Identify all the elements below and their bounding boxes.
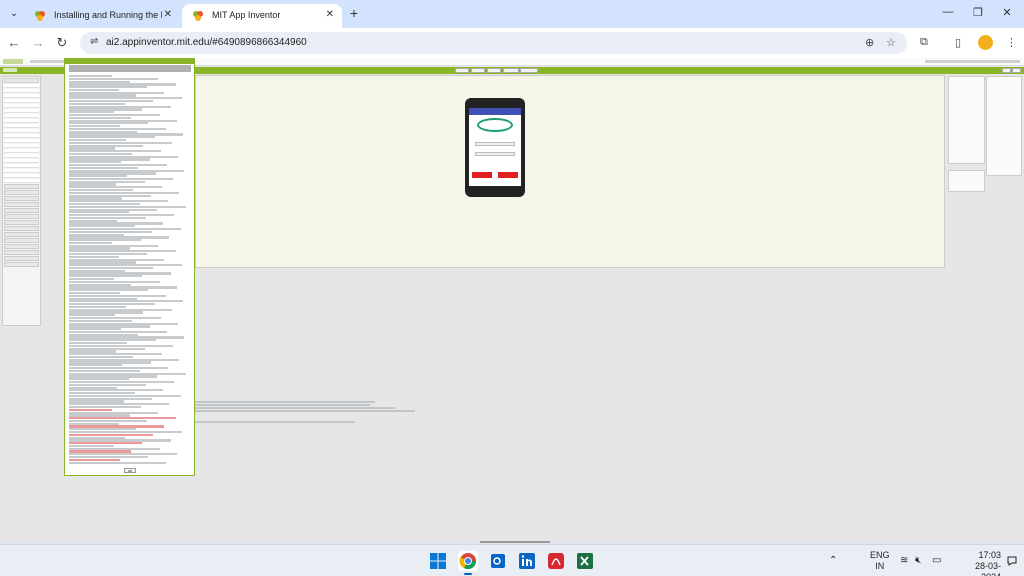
reload-icon[interactable]: ↻ bbox=[54, 35, 70, 51]
sidepanel-icon[interactable]: ▯ bbox=[955, 36, 961, 49]
back-arrow-icon[interactable]: ← bbox=[6, 35, 22, 50]
tab-title: MIT App Inventor bbox=[212, 10, 281, 20]
region-code: IN bbox=[875, 561, 885, 571]
chrome-icon[interactable] bbox=[458, 551, 478, 571]
log-text-area[interactable] bbox=[69, 75, 193, 470]
log-overflow-line bbox=[195, 410, 415, 412]
linkedin-icon[interactable] bbox=[517, 551, 537, 571]
browser-toolbar: ← → ↻ ⇌ ai2.appinventor.mit.edu/#6490896… bbox=[0, 28, 1024, 58]
designer-button[interactable] bbox=[1002, 68, 1011, 73]
battery-icon[interactable]: ▭ bbox=[932, 555, 941, 566]
red-button[interactable] bbox=[498, 172, 518, 178]
palette-panel bbox=[2, 76, 41, 326]
tab-mit-app-inventor[interactable]: MIT App Inventor ✕ bbox=[182, 4, 342, 28]
ai-account-menu[interactable] bbox=[925, 60, 1020, 63]
dialog-title-bar bbox=[65, 59, 194, 64]
show-hidden-icons-icon[interactable]: ⌃ bbox=[829, 555, 837, 566]
textbox-component[interactable] bbox=[475, 142, 515, 146]
phone-preview bbox=[465, 98, 525, 197]
windows-taskbar: ⌃ ENG IN ≋ 🔇︎ ▭ 17:03 28-03-2024 bbox=[0, 544, 1024, 576]
log-overflow-line bbox=[195, 404, 370, 406]
tab-title: Installing and Running the Emu bbox=[54, 10, 162, 20]
viewer-panel bbox=[195, 75, 945, 268]
log-header bbox=[69, 65, 191, 72]
blocks-button[interactable] bbox=[1012, 68, 1021, 73]
excel-icon[interactable] bbox=[575, 551, 595, 571]
profile-avatar[interactable] bbox=[978, 35, 993, 50]
close-icon[interactable]: ✕ bbox=[326, 9, 334, 20]
screen-selector[interactable] bbox=[455, 68, 469, 73]
appinventor-favicon-icon bbox=[193, 11, 203, 21]
log-overflow-line bbox=[195, 401, 375, 403]
app-logo-image bbox=[477, 118, 513, 132]
components-tree-panel bbox=[948, 76, 985, 164]
phone-screen bbox=[469, 108, 521, 186]
close-window-icon[interactable]: ✕ bbox=[999, 6, 1015, 19]
notification-icon[interactable] bbox=[1006, 555, 1018, 567]
clock-time: 17:03 bbox=[978, 550, 1001, 560]
app-title-bar bbox=[469, 108, 521, 115]
kebab-menu-icon[interactable]: ⋮ bbox=[1006, 36, 1017, 49]
log-overflow-line bbox=[195, 421, 355, 423]
horizontal-scrollbar[interactable] bbox=[480, 541, 550, 543]
wifi-icon[interactable]: ≋ bbox=[900, 555, 908, 566]
browser-tab-strip: ⌄ Installing and Running the Emu ✕ MIT A… bbox=[0, 0, 1024, 28]
star-icon[interactable]: ☆ bbox=[886, 36, 896, 49]
clock-date: 28-03-2024 bbox=[974, 561, 1001, 576]
log-line bbox=[69, 461, 166, 464]
url-text[interactable]: ai2.appinventor.mit.edu/#649089686634496… bbox=[106, 37, 307, 48]
project-name bbox=[3, 68, 17, 72]
close-icon[interactable]: ✕ bbox=[164, 9, 172, 20]
log-overflow-line bbox=[195, 407, 395, 409]
remove-screen-button[interactable] bbox=[487, 68, 501, 73]
zoom-icon[interactable]: ⊕ bbox=[865, 36, 874, 49]
windows-start-icon[interactable] bbox=[428, 551, 448, 571]
tab-installing-emulator[interactable]: Installing and Running the Emu ✕ bbox=[24, 4, 180, 28]
media-panel bbox=[948, 170, 985, 192]
dialog-ok-button[interactable]: OK bbox=[124, 468, 136, 473]
properties-panel bbox=[986, 76, 1022, 176]
outlook-icon[interactable] bbox=[488, 551, 508, 571]
acrobat-icon[interactable] bbox=[546, 551, 566, 571]
new-tab-button[interactable]: + bbox=[346, 5, 362, 21]
system-clock[interactable]: 17:03 28-03-2024 bbox=[955, 550, 1001, 576]
log-dialog: OK bbox=[64, 58, 195, 476]
active-app-indicator bbox=[464, 573, 472, 575]
app-inventor-logo[interactable] bbox=[3, 59, 23, 64]
red-button[interactable] bbox=[472, 172, 492, 178]
volume-muted-icon[interactable]: 🔇︎ bbox=[915, 555, 921, 566]
publish-button[interactable] bbox=[520, 68, 538, 73]
site-info-icon[interactable]: ⇌ bbox=[90, 36, 98, 47]
tab-search-icon[interactable]: ⌄ bbox=[5, 5, 23, 23]
input-language-indicator[interactable]: ENG IN bbox=[870, 550, 890, 572]
project-properties-button[interactable] bbox=[503, 68, 519, 73]
add-screen-button[interactable] bbox=[471, 68, 485, 73]
language-code: ENG bbox=[870, 550, 890, 560]
appinventor-favicon-icon bbox=[35, 11, 45, 21]
extensions-icon[interactable]: ⧉ bbox=[920, 36, 928, 49]
textbox-component[interactable] bbox=[475, 152, 515, 156]
minimize-icon[interactable]: — bbox=[940, 6, 956, 18]
restore-icon[interactable]: ❐ bbox=[970, 6, 986, 19]
forward-arrow-icon[interactable]: → bbox=[30, 35, 46, 50]
address-bar[interactable]: ⇌ ai2.appinventor.mit.edu/#6490896866344… bbox=[80, 32, 907, 54]
